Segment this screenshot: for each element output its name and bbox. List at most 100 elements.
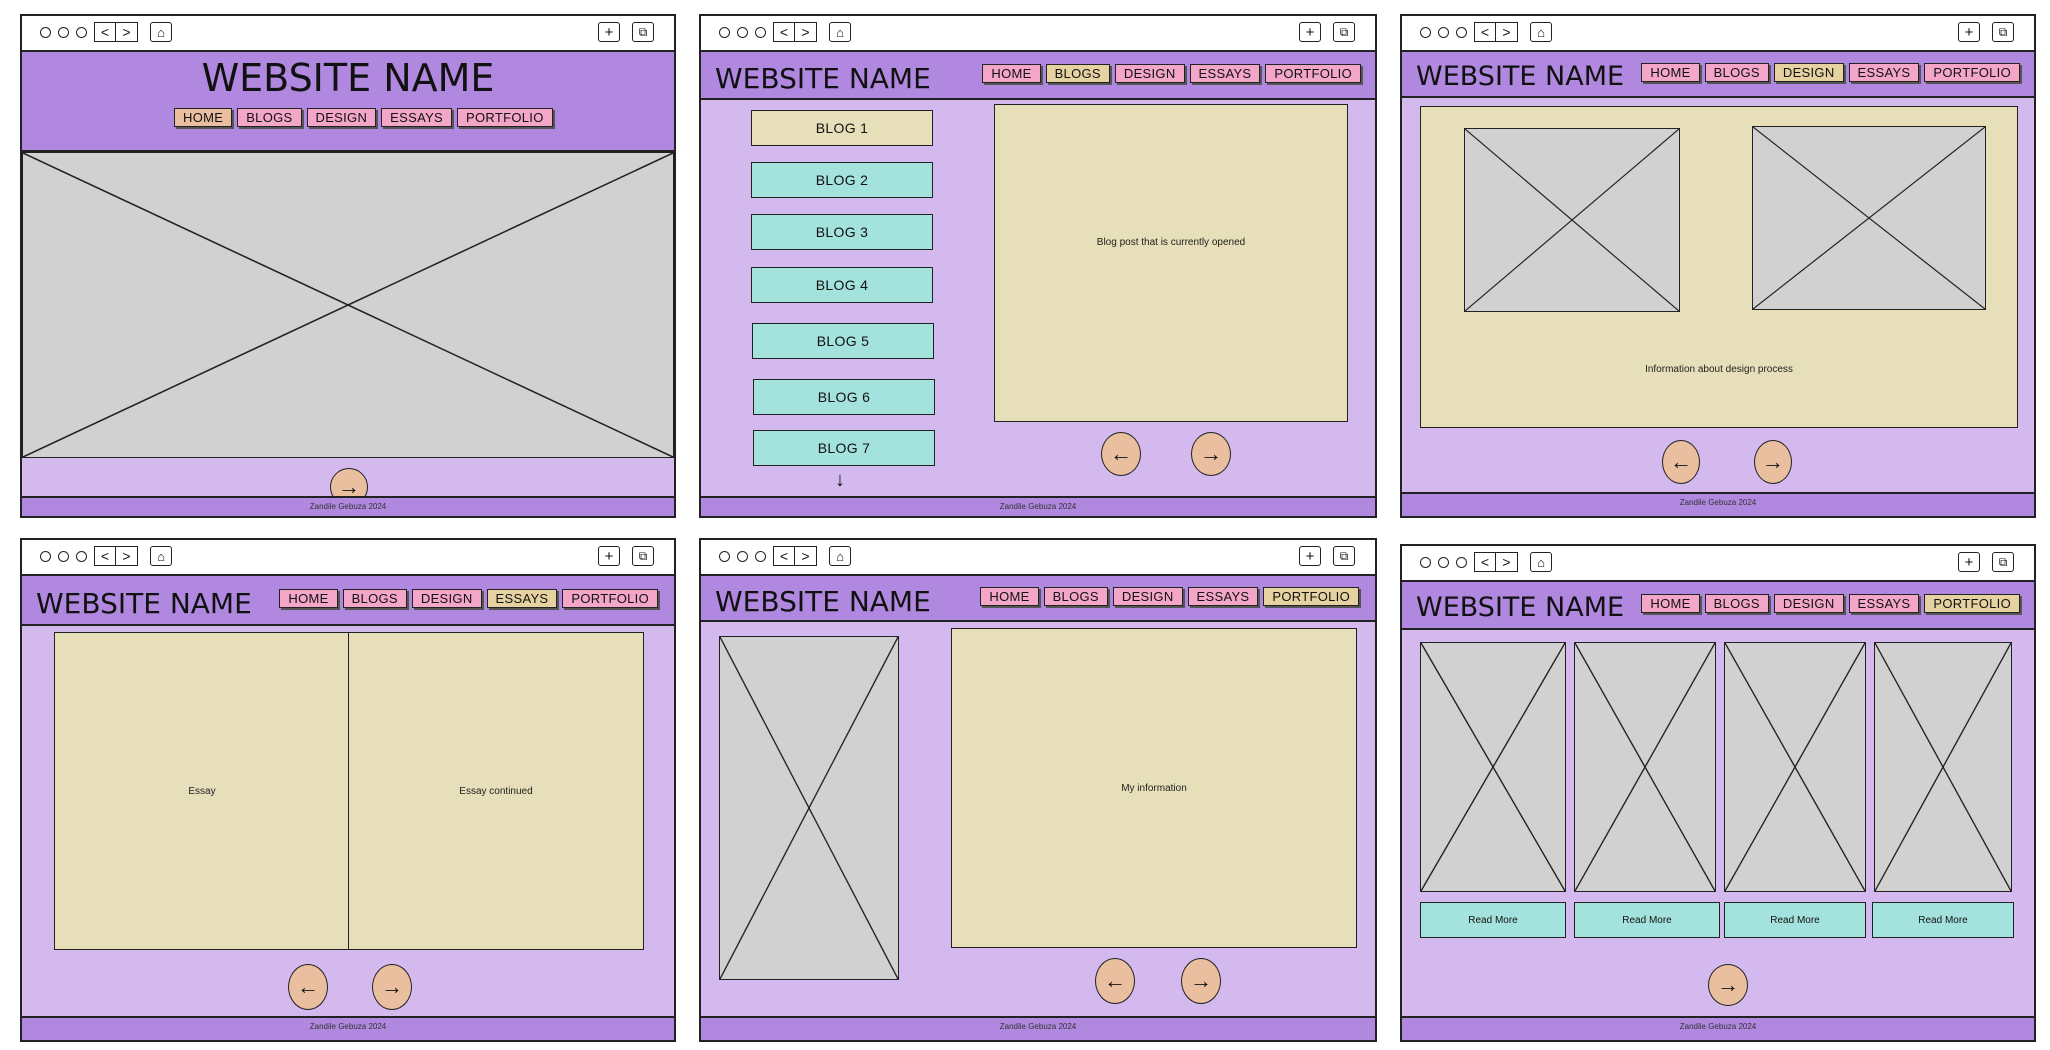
copy-icon[interactable]: ⧉ bbox=[1333, 546, 1355, 566]
nav-design[interactable]: DESIGN bbox=[1773, 594, 1844, 613]
main-nav: HOME BLOGS DESIGN ESSAYS PORTFOLIO bbox=[980, 587, 1359, 606]
new-tab-icon[interactable]: + bbox=[1299, 22, 1321, 42]
nav-blogs[interactable]: BLOGS bbox=[1045, 64, 1110, 83]
read-more-button[interactable]: Read More bbox=[1724, 902, 1866, 938]
read-more-button[interactable]: Read More bbox=[1872, 902, 2014, 938]
site-header: WEBSITE NAME HOME BLOGS DESIGN ESSAYS PO… bbox=[22, 52, 674, 152]
forward-icon[interactable]: > bbox=[795, 22, 817, 42]
browser-chrome: < > ⌂ + ⧉ bbox=[22, 16, 674, 52]
browser-chrome: < > ⌂ + ⧉ bbox=[22, 540, 674, 576]
nav-portfolio[interactable]: PORTFOLIO bbox=[1263, 587, 1359, 606]
nav-design[interactable]: DESIGN bbox=[411, 589, 482, 608]
home-icon[interactable]: ⌂ bbox=[829, 22, 851, 42]
copy-icon[interactable]: ⧉ bbox=[1333, 22, 1355, 42]
main-nav: HOME BLOGS DESIGN ESSAYS PORTFOLIO bbox=[279, 589, 658, 608]
back-icon[interactable]: < bbox=[1474, 552, 1496, 572]
next-arrow-button[interactable]: → bbox=[1181, 958, 1221, 1004]
new-tab-icon[interactable]: + bbox=[598, 546, 620, 566]
blog-list-item[interactable]: BLOG 2 bbox=[751, 162, 933, 198]
forward-icon[interactable]: > bbox=[1496, 552, 1518, 572]
nav-portfolio[interactable]: PORTFOLIO bbox=[1265, 64, 1361, 83]
site-name: WEBSITE NAME bbox=[1416, 61, 1625, 92]
nav-design[interactable]: DESIGN bbox=[1112, 587, 1183, 606]
nav-design[interactable]: DESIGN bbox=[306, 108, 377, 127]
next-arrow-button[interactable]: → bbox=[1708, 964, 1748, 1006]
back-icon[interactable]: < bbox=[773, 22, 795, 42]
blog-list-item[interactable]: BLOG 5 bbox=[752, 323, 934, 359]
prev-arrow-button[interactable]: ← bbox=[1101, 432, 1141, 476]
blog-list-item[interactable]: BLOG 7 bbox=[753, 430, 935, 466]
read-more-button[interactable]: Read More bbox=[1574, 902, 1720, 938]
next-arrow-button[interactable]: → bbox=[1191, 432, 1231, 476]
site-header: WEBSITE NAME HOME BLOGS DESIGN ESSAYS PO… bbox=[22, 576, 674, 626]
blog-list-item[interactable]: BLOG 4 bbox=[751, 267, 933, 303]
nav-home[interactable]: HOME bbox=[174, 108, 233, 127]
new-tab-icon[interactable]: + bbox=[1299, 546, 1321, 566]
scroll-down-arrow-icon[interactable]: ↓ bbox=[835, 470, 845, 490]
nav-essays[interactable]: ESSAYS bbox=[1848, 63, 1920, 82]
nav-home[interactable]: HOME bbox=[1641, 63, 1700, 82]
nav-portfolio[interactable]: PORTFOLIO bbox=[457, 108, 553, 127]
essays-page-wireframe: < > ⌂ + ⧉ WEBSITE NAME HOME BLOGS DESIGN … bbox=[20, 538, 676, 1042]
copy-icon[interactable]: ⧉ bbox=[632, 22, 654, 42]
home-icon[interactable]: ⌂ bbox=[829, 546, 851, 566]
browser-chrome: < > ⌂ + ⧉ bbox=[1402, 546, 2034, 582]
nav-home[interactable]: HOME bbox=[982, 64, 1041, 83]
nav-portfolio[interactable]: PORTFOLIO bbox=[1924, 594, 2020, 613]
nav-home[interactable]: HOME bbox=[980, 587, 1039, 606]
new-tab-icon[interactable]: + bbox=[1958, 22, 1980, 42]
copy-icon[interactable]: ⧉ bbox=[1992, 552, 2014, 572]
essay-panel-left: Essay bbox=[54, 632, 350, 950]
prev-arrow-button[interactable]: ← bbox=[288, 964, 328, 1010]
nav-home[interactable]: HOME bbox=[279, 589, 338, 608]
blog-post-panel: Blog post that is currently opened bbox=[994, 104, 1348, 422]
home-icon[interactable]: ⌂ bbox=[1530, 22, 1552, 42]
nav-blogs[interactable]: BLOGS bbox=[1043, 587, 1108, 606]
next-arrow-button[interactable]: → bbox=[1754, 440, 1792, 484]
home-icon[interactable]: ⌂ bbox=[1530, 552, 1552, 572]
prev-arrow-button[interactable]: ← bbox=[1662, 440, 1700, 484]
site-name: WEBSITE NAME bbox=[715, 585, 931, 618]
nav-essays[interactable]: ESSAYS bbox=[381, 108, 453, 127]
nav-portfolio[interactable]: PORTFOLIO bbox=[562, 589, 658, 608]
nav-blogs[interactable]: BLOGS bbox=[1704, 594, 1769, 613]
forward-icon[interactable]: > bbox=[1496, 22, 1518, 42]
nav-portfolio[interactable]: PORTFOLIO bbox=[1924, 63, 2020, 82]
home-icon[interactable]: ⌂ bbox=[150, 22, 172, 42]
footer: Zandile Gebuza 2024 bbox=[1402, 492, 2034, 516]
read-more-button[interactable]: Read More bbox=[1420, 902, 1566, 938]
back-icon[interactable]: < bbox=[1474, 22, 1496, 42]
forward-icon[interactable]: > bbox=[116, 22, 138, 42]
nav-essays[interactable]: ESSAYS bbox=[486, 589, 558, 608]
new-tab-icon[interactable]: + bbox=[598, 22, 620, 42]
profile-image-placeholder bbox=[719, 636, 899, 980]
nav-blogs[interactable]: BLOGS bbox=[237, 108, 302, 127]
forward-icon[interactable]: > bbox=[795, 546, 817, 566]
nav-essays[interactable]: ESSAYS bbox=[1189, 64, 1261, 83]
main-nav: HOME BLOGS DESIGN ESSAYS PORTFOLIO bbox=[174, 108, 553, 127]
footer: Zandile Gebuza 2024 bbox=[1402, 1016, 2034, 1040]
new-tab-icon[interactable]: + bbox=[1958, 552, 1980, 572]
next-arrow-button[interactable]: → bbox=[372, 964, 412, 1010]
nav-blogs[interactable]: BLOGS bbox=[342, 589, 407, 608]
nav-design[interactable]: DESIGN bbox=[1773, 63, 1844, 82]
home-icon[interactable]: ⌂ bbox=[150, 546, 172, 566]
prev-arrow-button[interactable]: ← bbox=[1095, 958, 1135, 1004]
back-icon[interactable]: < bbox=[94, 546, 116, 566]
back-icon[interactable]: < bbox=[773, 546, 795, 566]
footer: Zandile Gebuza 2024 bbox=[701, 496, 1375, 516]
blog-list-item[interactable]: BLOG 1 bbox=[751, 110, 933, 146]
copy-icon[interactable]: ⧉ bbox=[632, 546, 654, 566]
nav-design[interactable]: DESIGN bbox=[1114, 64, 1185, 83]
nav-blogs[interactable]: BLOGS bbox=[1704, 63, 1769, 82]
window-dots bbox=[719, 27, 766, 38]
nav-essays[interactable]: ESSAYS bbox=[1848, 594, 1920, 613]
nav-home[interactable]: HOME bbox=[1641, 594, 1700, 613]
main-nav: HOME BLOGS DESIGN ESSAYS PORTFOLIO bbox=[1641, 63, 2020, 82]
forward-icon[interactable]: > bbox=[116, 546, 138, 566]
blog-list-item[interactable]: BLOG 6 bbox=[753, 379, 935, 415]
blog-list-item[interactable]: BLOG 3 bbox=[751, 214, 933, 250]
back-icon[interactable]: < bbox=[94, 22, 116, 42]
copy-icon[interactable]: ⧉ bbox=[1992, 22, 2014, 42]
nav-essays[interactable]: ESSAYS bbox=[1187, 587, 1259, 606]
